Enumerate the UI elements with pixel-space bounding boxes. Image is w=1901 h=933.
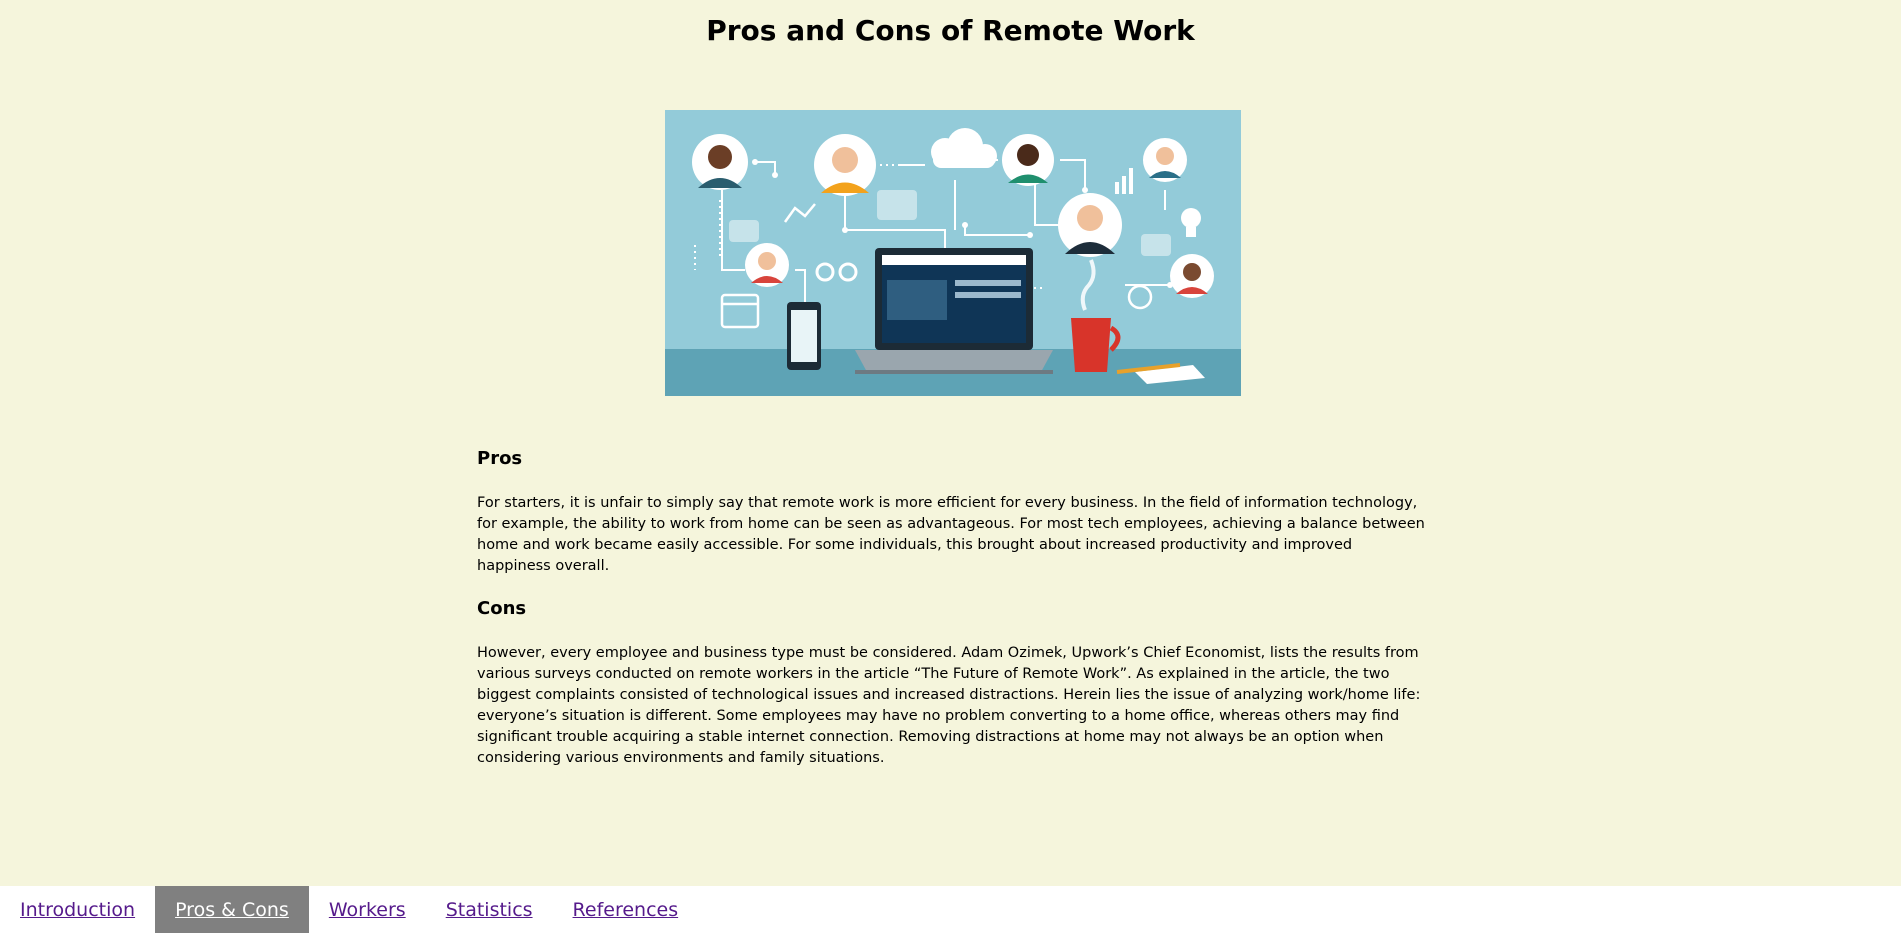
nav-item-workers[interactable]: Workers: [309, 886, 426, 933]
pros-body: For starters, it is unfair to simply say…: [477, 495, 1425, 574]
main-content: Pros For starters, it is unfair to simpl…: [477, 448, 1427, 790]
remote-work-illustration: [665, 110, 1241, 396]
nav-item-statistics[interactable]: Statistics: [426, 886, 553, 933]
nav-item-introduction[interactable]: Introduction: [0, 886, 155, 933]
cons-heading: Cons: [477, 598, 527, 619]
nav-item-pros-cons[interactable]: Pros & Cons: [155, 886, 309, 933]
cons-section: Cons However, every employee and busines…: [477, 598, 1427, 769]
hero-image: [665, 110, 1241, 396]
bottom-nav: Introduction Pros & Cons Workers Statist…: [0, 886, 1901, 933]
nav-item-references[interactable]: References: [553, 886, 699, 933]
pros-heading: Pros: [477, 448, 523, 469]
pros-section: Pros For starters, it is unfair to simpl…: [477, 448, 1427, 577]
cons-body: However, every employee and business typ…: [477, 645, 1421, 766]
page-title: Pros and Cons of Remote Work: [706, 14, 1195, 47]
